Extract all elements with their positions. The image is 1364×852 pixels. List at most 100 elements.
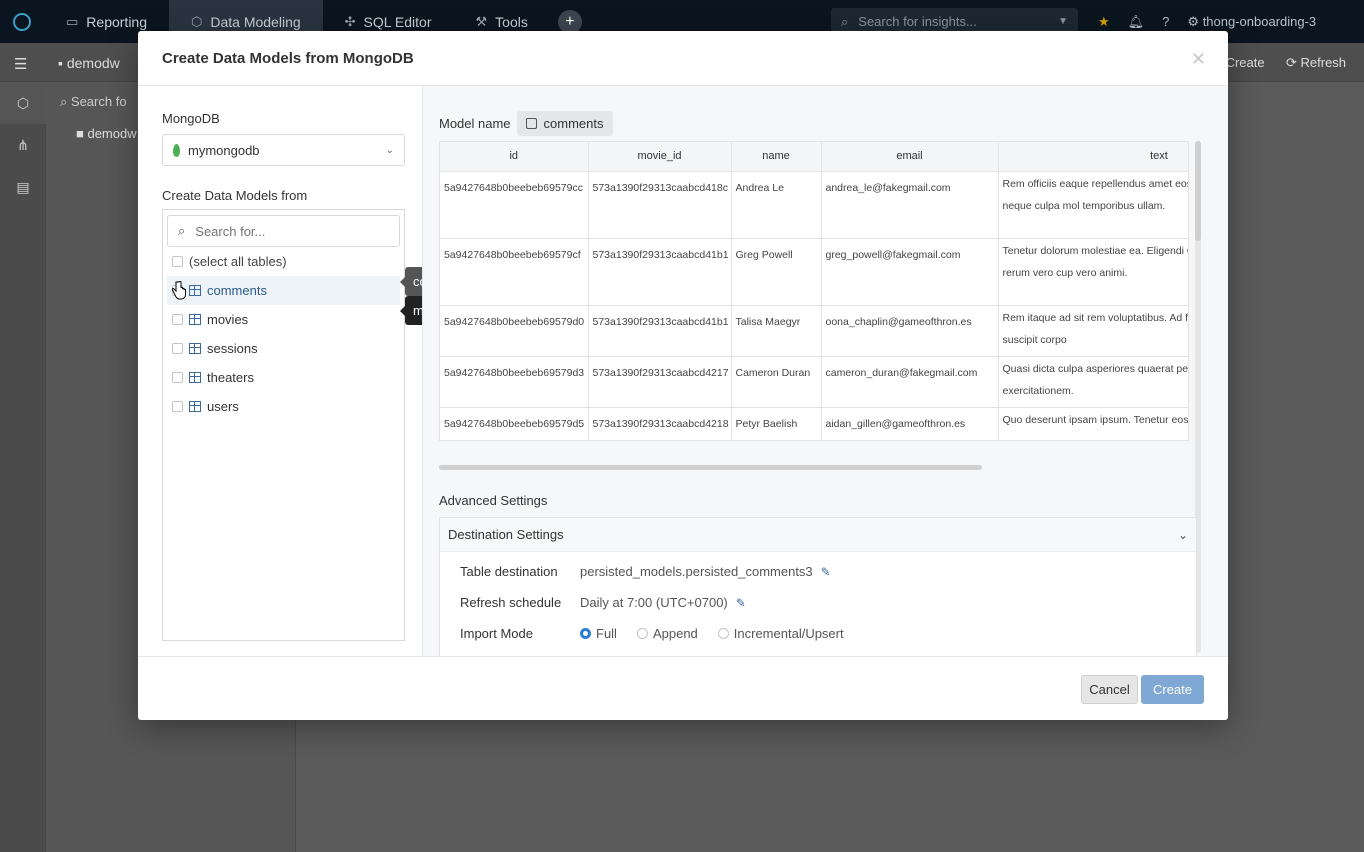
dialog-title: Create Data Models from MongoDB	[162, 49, 414, 67]
table-item-movies[interactable]: movies	[167, 305, 400, 334]
chevron-down-icon: ⌄	[385, 144, 394, 156]
sql-icon: ✣	[344, 13, 356, 29]
column-header[interactable]: email	[821, 142, 999, 172]
import-mode-row: Import Mode Full Append Incremental/Upse…	[460, 626, 844, 641]
cell: Cameron Duran	[731, 356, 822, 408]
folder-item[interactable]: ■ demodw	[76, 126, 137, 141]
table-item-sessions[interactable]: sessions	[167, 334, 400, 363]
radio[interactable]	[717, 628, 729, 639]
vertical-scrollbar-thumb[interactable]	[1195, 141, 1201, 241]
breadcrumb[interactable]: ▪ demodw	[58, 55, 120, 71]
destination-settings-header[interactable]: Destination Settings ⌄	[440, 518, 1196, 552]
hand-cursor-icon	[171, 281, 186, 300]
table-icon	[189, 285, 201, 296]
destination-settings: Destination Settings ⌄ Table destination…	[439, 517, 1197, 656]
source-value: mymongodb	[188, 142, 260, 158]
cube-icon	[525, 118, 537, 129]
file-icon: ▭	[66, 13, 79, 29]
close-icon[interactable]: ✕	[1191, 49, 1206, 70]
table-search-input[interactable]	[195, 223, 376, 239]
cell: oona_chaplin@gameofthron.es	[821, 305, 999, 357]
column-header[interactable]: movie_id	[588, 142, 732, 172]
dialog-footer: Cancel Create	[138, 656, 1228, 720]
wrench-icon: ⚒	[475, 13, 488, 29]
cube-icon[interactable]: ⬡	[0, 82, 46, 124]
select-all-row[interactable]: (select all tables)	[167, 247, 400, 276]
table-header-row: id movie_id name email text	[440, 142, 1188, 172]
radio-selected[interactable]	[580, 628, 591, 639]
cell: Greg Powell	[731, 238, 822, 306]
cell: Andrea Le	[731, 171, 822, 239]
cell: Petyr Baelish	[731, 407, 822, 440]
table-row: 5a9427648b0beebeb69579d3 573a1390f29313c…	[440, 356, 1188, 408]
cell: cameron_duran@fakegmail.com	[821, 356, 999, 408]
left-rail: ⬡ ⋔ ▤	[0, 82, 46, 852]
table-destination-row: Table destination persisted_models.persi…	[460, 564, 831, 579]
preview-table[interactable]: id movie_id name email text 5a9427648b0b…	[439, 141, 1189, 441]
mongodb-leaf-icon	[173, 143, 180, 157]
cell: 573a1390f29313caabcd418c	[588, 171, 732, 239]
app-logo[interactable]	[0, 0, 44, 43]
share-icon[interactable]: ⋔	[0, 124, 46, 166]
cell: aidan_gillen@gameofthron.es	[821, 407, 999, 440]
table-icon	[189, 401, 201, 412]
menu-icon[interactable]: ☰	[14, 55, 27, 73]
table-row: 5a9427648b0beebeb69579d5 573a1390f29313c…	[440, 407, 1188, 440]
cell: Rem officiis eaque repellendus amet eos …	[998, 171, 1188, 239]
cell: 5a9427648b0beebeb69579d5	[440, 407, 589, 440]
cell: Tenetur dolorum molestiae ea. Eligendi C…	[998, 238, 1188, 306]
cell: greg_powell@fakegmail.com	[821, 238, 999, 306]
advanced-settings-label: Advanced Settings	[439, 493, 548, 508]
search-icon: ⌕	[841, 13, 849, 29]
pencil-icon[interactable]: ✎	[821, 565, 831, 579]
column-header[interactable]: name	[731, 142, 822, 172]
table-icon	[189, 343, 201, 354]
table-row: 5a9427648b0beebeb69579d0 573a1390f29313c…	[440, 305, 1188, 357]
bell-icon[interactable]: 🔔︎	[1128, 14, 1145, 30]
checkbox[interactable]	[172, 314, 183, 325]
preview-panel: Model name comments id movie_id name ema…	[422, 86, 1228, 656]
workspace-switcher[interactable]: ⚙ thong-onboarding-3	[1187, 14, 1316, 30]
radio[interactable]	[636, 628, 648, 639]
table-list: ⌕ (select all tables) comments movies se	[162, 209, 405, 641]
star-icon[interactable]: ★	[1098, 14, 1110, 30]
pencil-icon[interactable]: ✎	[736, 596, 746, 610]
gear-icon: ⚙	[1187, 13, 1200, 29]
help-icon[interactable]: ?	[1162, 14, 1169, 29]
table-row: 5a9427648b0beebeb69579cc 573a1390f29313c…	[440, 171, 1188, 239]
cell: 573a1390f29313caabcd4217	[588, 356, 732, 408]
cell: 5a9427648b0beebeb69579cf	[440, 238, 589, 306]
table-item-theaters[interactable]: theaters	[167, 363, 400, 392]
checkbox[interactable]	[172, 401, 183, 412]
table-icon	[189, 372, 201, 383]
search-icon: ⌕	[178, 223, 186, 238]
table-search[interactable]: ⌕	[167, 215, 400, 247]
select-all-checkbox[interactable]	[172, 256, 183, 267]
table-item-comments[interactable]: comments	[167, 276, 400, 305]
create-button[interactable]: Create	[1141, 675, 1204, 704]
model-name-chip[interactable]: comments	[516, 111, 613, 136]
chevron-down-icon: ⌄	[1177, 527, 1188, 542]
add-tab-button[interactable]: +	[557, 9, 582, 34]
import-mode-append[interactable]: Append	[636, 626, 698, 641]
table-item-users[interactable]: users	[167, 392, 400, 421]
column-header[interactable]: id	[440, 142, 589, 172]
cell: 5a9427648b0beebeb69579cc	[440, 171, 589, 239]
database-icon[interactable]: ▤	[0, 166, 46, 208]
cancel-button[interactable]: Cancel	[1081, 675, 1138, 704]
cell: Talisa Maegyr	[731, 305, 822, 357]
cell: Quo deserunt ipsam ipsum. Tenetur eos mi…	[998, 407, 1188, 440]
sidepanel-search[interactable]: ⌕ Search fo	[60, 94, 127, 110]
cube-icon: ⬡	[191, 13, 203, 29]
import-mode-incremental[interactable]: Incremental/Upsert	[717, 626, 844, 641]
column-header[interactable]: text	[998, 142, 1188, 172]
cell: 5a9427648b0beebeb69579d3	[440, 356, 589, 408]
horizontal-scrollbar[interactable]	[439, 465, 982, 470]
source-select[interactable]: mymongodb ⌄	[162, 134, 405, 166]
source-label: MongoDB	[162, 111, 220, 126]
refresh-schedule-row: Refresh schedule Daily at 7:00 (UTC+0700…	[460, 595, 746, 610]
checkbox[interactable]	[172, 343, 183, 354]
import-mode-full[interactable]: Full	[580, 626, 617, 641]
checkbox[interactable]	[172, 372, 183, 383]
refresh-link[interactable]: ⟳ Refresh	[1286, 55, 1346, 71]
